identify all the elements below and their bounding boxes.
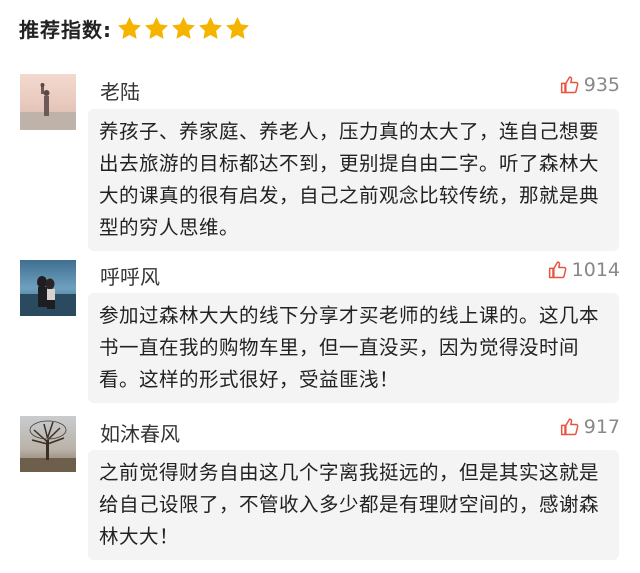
like-count: 1014: [571, 259, 620, 281]
comment-text: 参加过森林大大的线下分享才买老师的线上课的。这几本书一直在我的购物车里，但一直没…: [88, 293, 619, 403]
like-count: 917: [583, 416, 620, 438]
like-button[interactable]: 935: [560, 74, 620, 96]
star-icon: [170, 15, 197, 42]
avatar[interactable]: [20, 260, 76, 316]
star-icon: [143, 15, 170, 42]
avatar[interactable]: [20, 74, 76, 130]
comment-text: 养孩子、养家庭、养老人，压力真的太大了，连自己想要出去旅游的目标都达不到，更别提…: [88, 109, 619, 251]
like-count: 935: [583, 74, 620, 96]
comment-text: 之前觉得财务自由这几个字离我挺远的，但是其实这就是给自己设限了，不管收入多少都是…: [88, 450, 619, 560]
rating-label: 推荐指数:: [19, 18, 112, 42]
like-button[interactable]: 917: [560, 416, 620, 438]
star-rating: [116, 15, 251, 42]
rating-row: 推荐指数:: [19, 14, 251, 43]
username: 如沐春风: [100, 422, 180, 446]
star-icon: [224, 15, 251, 42]
thumbs-up-icon: [560, 75, 580, 95]
thumbs-up-icon: [560, 417, 580, 437]
username: 呼呼风: [100, 265, 160, 289]
username: 老陆: [100, 80, 140, 104]
star-icon: [116, 15, 143, 42]
star-icon: [197, 15, 224, 42]
like-button[interactable]: 1014: [548, 259, 620, 281]
avatar[interactable]: [20, 416, 76, 472]
thumbs-up-icon: [548, 260, 568, 280]
